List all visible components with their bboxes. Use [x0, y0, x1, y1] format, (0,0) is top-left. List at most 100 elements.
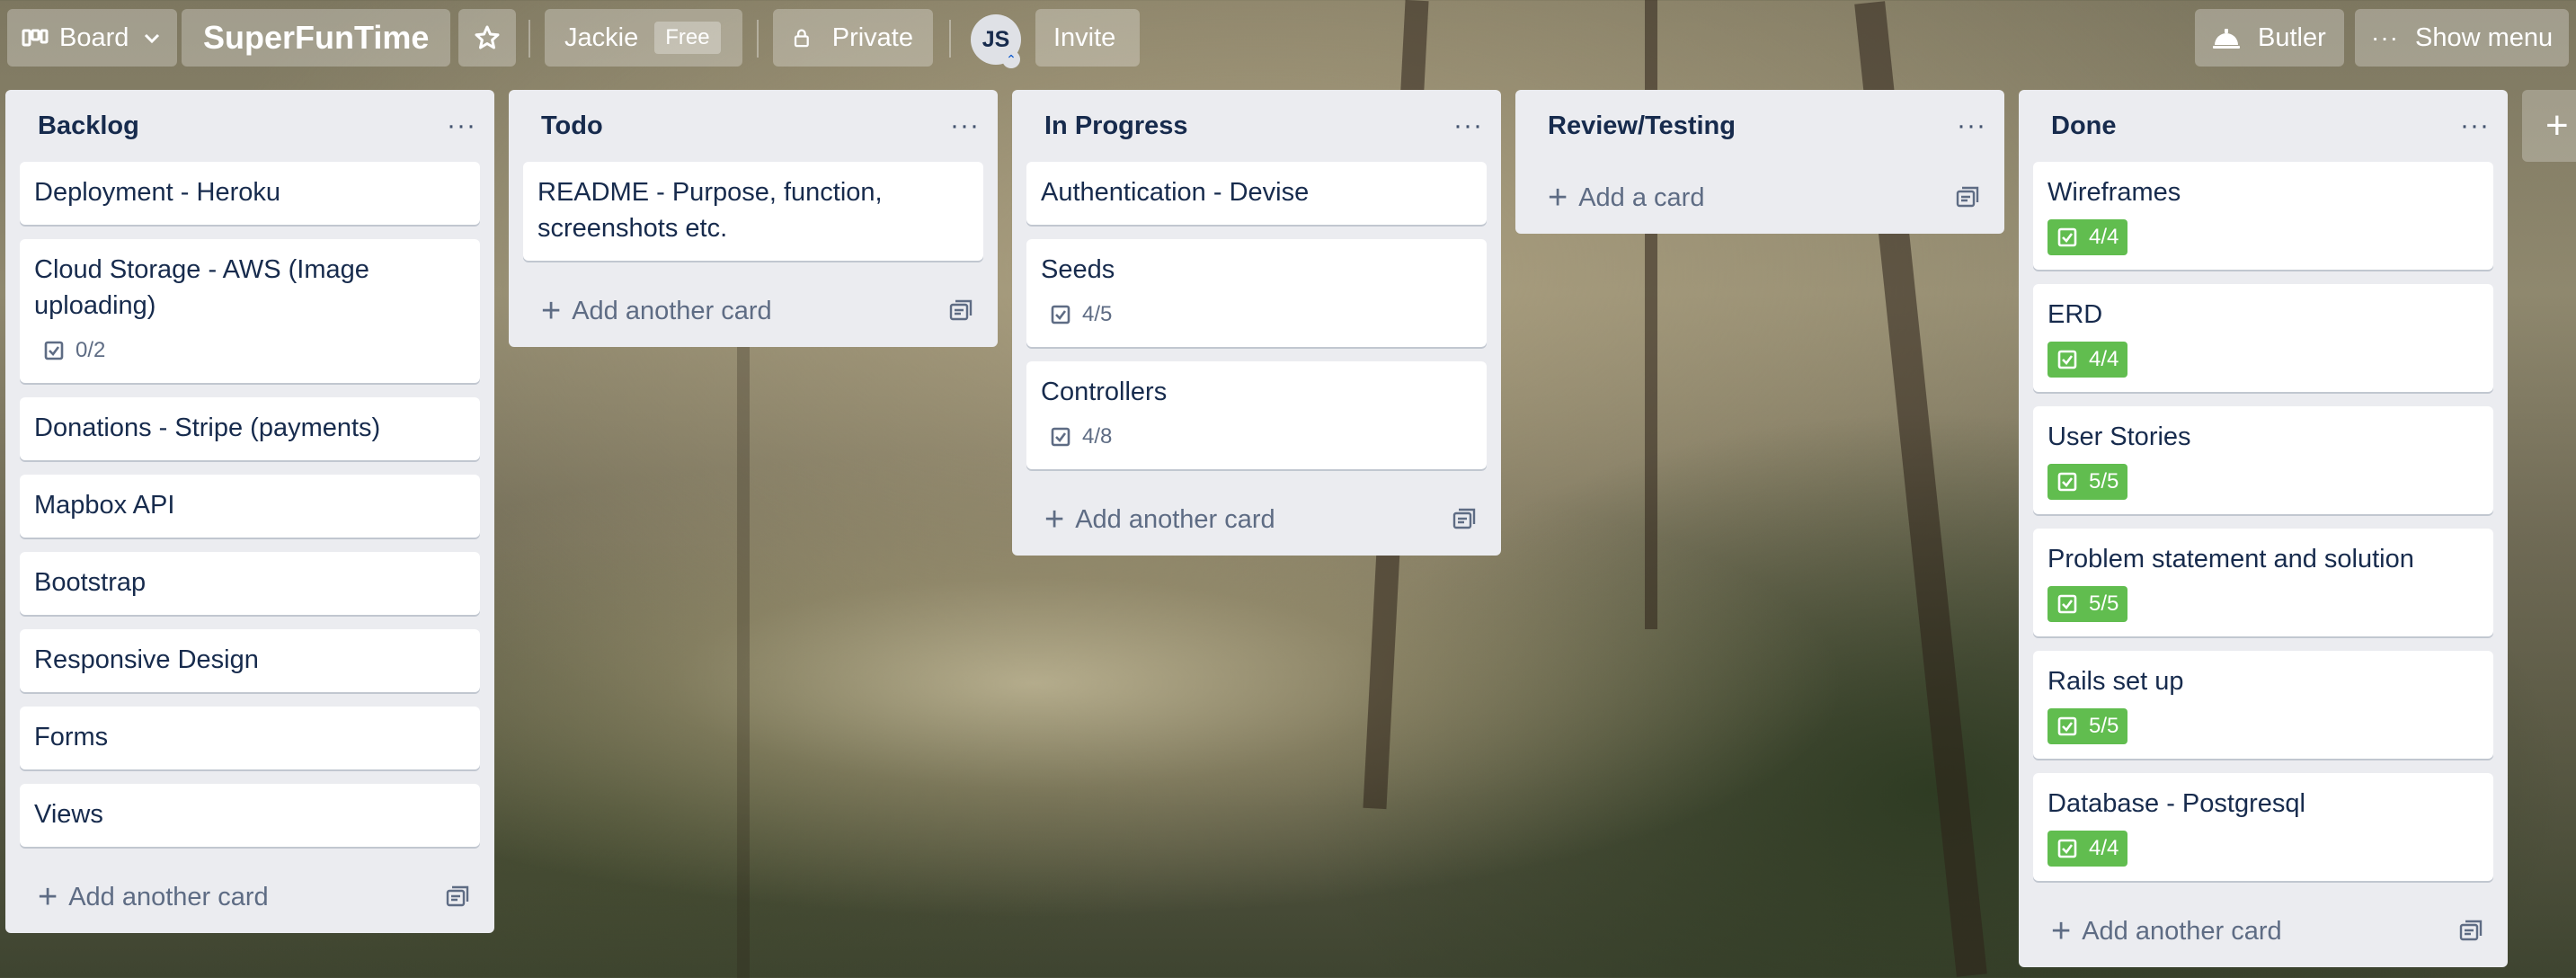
checklist-count: 4/4: [2089, 836, 2119, 860]
list-title[interactable]: Todo: [541, 111, 603, 141]
card[interactable]: Authentication - Devise: [1026, 162, 1487, 225]
card-title: Deployment - Heroku: [34, 178, 280, 207]
card-template-icon[interactable]: [947, 298, 974, 325]
card-title: Controllers: [1041, 378, 1168, 406]
invite-button[interactable]: Invite: [1035, 9, 1140, 67]
add-list-button[interactable]: +: [2522, 90, 2576, 162]
list-column: Todo ··· README - Purpose, function, scree…: [509, 90, 998, 347]
card[interactable]: Views: [20, 784, 480, 847]
checklist-count: 5/5: [2089, 591, 2119, 616]
card[interactable]: Rails set up 5/5: [2033, 651, 2493, 759]
board-icon: [22, 29, 49, 47]
butler-label: Butler: [2258, 22, 2326, 52]
plus-icon: +: [541, 292, 562, 330]
add-card-button[interactable]: + Add another card: [523, 275, 983, 347]
show-menu-label: Show menu: [2414, 22, 2554, 52]
card-title: Responsive Design: [34, 645, 259, 674]
list-column: Done ··· Wireframes 4/4 ERD 4/4 User Stories 5/…: [2019, 90, 2508, 967]
add-card-label-group: + Add another card: [1044, 502, 1275, 537]
list-menu-button[interactable]: ···: [1957, 111, 1986, 141]
card[interactable]: Database - Postgresql 4/4: [2033, 773, 2493, 881]
card-template-icon[interactable]: [1954, 184, 1981, 211]
checklist-count: 4/4: [2089, 225, 2119, 249]
checklist-icon: [2056, 471, 2089, 493]
admin-chevron-icon: ⌃: [1002, 50, 1020, 68]
background-tree: [737, 270, 750, 978]
add-card-label: Add another card: [572, 296, 772, 325]
card-title: Problem statement and solution: [2047, 545, 2414, 573]
card[interactable]: Bootstrap: [20, 552, 480, 615]
board-switcher-label: Board: [59, 22, 129, 52]
add-card-button[interactable]: + Add another card: [20, 861, 480, 933]
card[interactable]: Wireframes 4/4: [2033, 162, 2493, 270]
plus-icon: +: [38, 878, 58, 916]
card-title: Forms: [34, 723, 109, 751]
card-title: Mapbox API: [34, 491, 175, 520]
show-menu-button[interactable]: ··· Show menu: [2355, 9, 2569, 67]
card[interactable]: ERD 4/4: [2033, 284, 2493, 392]
add-card-label-group: + Add another card: [38, 880, 269, 914]
card-title: Seeds: [1041, 255, 1115, 284]
visibility-button[interactable]: Private: [773, 9, 933, 67]
checklist-count: 4/4: [2089, 347, 2119, 371]
star-button[interactable]: [458, 9, 516, 67]
list-column: In Progress ··· Authentication - Devise See…: [1012, 90, 1501, 556]
card-title: Donations - Stripe (payments): [34, 413, 381, 442]
card-title: User Stories: [2047, 422, 2191, 451]
card[interactable]: Cloud Storage - AWS (Image uploading) 0/2: [20, 239, 480, 383]
butler-button[interactable]: Butler: [2195, 9, 2344, 67]
checklist-badge: 4/5: [1041, 297, 1121, 333]
checklist-icon: [43, 340, 76, 361]
add-card-button[interactable]: + Add a card: [1530, 162, 1990, 234]
checklist-badge: 0/2: [34, 333, 114, 369]
board-header: Board SuperFunTime Jackie Free Private J…: [0, 0, 2576, 79]
card[interactable]: Controllers 4/8: [1026, 361, 1487, 469]
checklist-badge: 4/4: [2047, 342, 2128, 378]
card-title: Authentication - Devise: [1041, 178, 1310, 207]
card[interactable]: Problem statement and solution 5/5: [2033, 529, 2493, 636]
add-card-button[interactable]: + Add another card: [2033, 895, 2493, 967]
card-template-icon[interactable]: [1451, 506, 1478, 533]
list-title[interactable]: Backlog: [38, 111, 139, 141]
board-switcher-button[interactable]: Board: [7, 9, 178, 67]
star-icon: [475, 25, 500, 49]
checklist-badge: 4/4: [2047, 831, 2128, 867]
checklist-icon: [2056, 838, 2089, 859]
checklist-count: 0/2: [76, 338, 106, 362]
list-menu-button[interactable]: ···: [447, 111, 476, 141]
list-menu-button[interactable]: ···: [1453, 111, 1483, 141]
visibility-label: Private: [831, 22, 913, 52]
list-column: Review/Testing ··· + Add a card: [1515, 90, 2004, 234]
plus-icon: +: [1548, 179, 1568, 217]
list-title[interactable]: Review/Testing: [1548, 111, 1736, 141]
add-card-button[interactable]: + Add another card: [1026, 484, 1487, 556]
checklist-icon: [1050, 304, 1082, 325]
card[interactable]: Mapbox API: [20, 475, 480, 538]
board-title[interactable]: SuperFunTime: [182, 9, 451, 67]
card[interactable]: User Stories 5/5: [2033, 406, 2493, 514]
list-column: Backlog ··· Deployment - Heroku Cloud Stora…: [5, 90, 494, 933]
card[interactable]: Responsive Design: [20, 629, 480, 692]
checklist-icon: [2056, 349, 2089, 370]
card-title: Rails set up: [2047, 667, 2184, 696]
invite-label: Invite: [1053, 22, 1116, 52]
list-menu-button[interactable]: ···: [2460, 111, 2490, 141]
add-card-label-group: + Add another card: [2051, 914, 2282, 948]
card[interactable]: Donations - Stripe (payments): [20, 397, 480, 460]
card-title: Wireframes: [2047, 178, 2181, 207]
card-title: Cloud Storage - AWS (Image uploading): [34, 255, 369, 320]
card-template-icon[interactable]: [2457, 918, 2484, 945]
checklist-badge: 4/4: [2047, 219, 2128, 255]
card[interactable]: Seeds 4/5: [1026, 239, 1487, 347]
list-title[interactable]: In Progress: [1044, 111, 1188, 141]
card[interactable]: README - Purpose, function, screenshots …: [523, 162, 983, 261]
checklist-count: 4/5: [1082, 302, 1113, 326]
card[interactable]: Deployment - Heroku: [20, 162, 480, 225]
checklist-count: 5/5: [2089, 469, 2119, 493]
card[interactable]: Forms: [20, 707, 480, 769]
workspace-button[interactable]: Jackie Free: [545, 9, 742, 67]
list-title[interactable]: Done: [2051, 111, 2117, 141]
list-menu-button[interactable]: ···: [950, 111, 980, 141]
checklist-icon: [2056, 716, 2089, 737]
card-template-icon[interactable]: [444, 884, 471, 911]
